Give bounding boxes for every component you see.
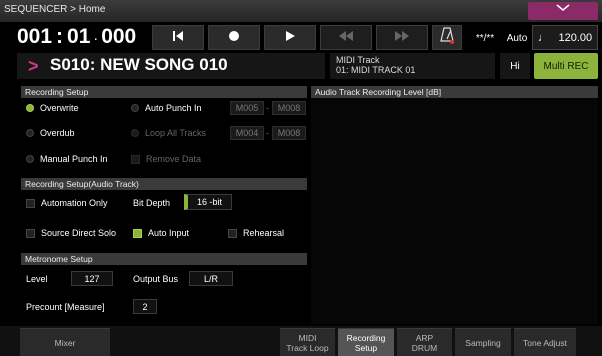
track-select[interactable]: MIDI Track 01: MIDI TRACK 01: [330, 53, 495, 79]
loop-all-radio[interactable]: Loop All Tracks: [131, 128, 206, 138]
auto-input-checkbox[interactable]: Auto Input: [133, 228, 189, 238]
tab-label: MIDI Track Loop: [286, 332, 329, 353]
source-direct-solo-checkbox[interactable]: Source Direct Solo: [26, 228, 116, 238]
locate-measure: 001: [17, 25, 53, 48]
loop-all-label: Loop All Tracks: [145, 128, 207, 138]
rehearsal-label: Rehearsal: [243, 228, 285, 238]
checkbox-icon: [26, 198, 35, 208]
tab-label: Tone Adjust: [523, 337, 567, 348]
breadcrumb: SEQUENCER > Home: [4, 4, 106, 15]
tab-label: ARP DRUM: [411, 332, 438, 353]
radio-icon: [131, 129, 139, 137]
metronome-button[interactable]: [432, 25, 462, 50]
radio-icon: [26, 155, 34, 163]
level-value[interactable]: 127: [71, 271, 113, 286]
tab-tone-adjust[interactable]: Tone Adjust: [514, 328, 576, 356]
checkbox-icon: [26, 228, 35, 238]
rewind-icon: [337, 29, 355, 47]
locate-tick: 000: [101, 25, 137, 48]
hi-indicator[interactable]: Hi: [500, 53, 530, 79]
chevron-down-icon: [554, 0, 572, 17]
checkbox-icon: [228, 228, 237, 238]
range-dash: -: [266, 103, 269, 113]
tab-mixer[interactable]: Mixer: [20, 328, 110, 356]
quarter-note-icon: ♩: [537, 31, 549, 44]
title-bar: SEQUENCER > Home: [0, 0, 602, 22]
reset-icon: [171, 29, 185, 47]
reset-button[interactable]: [152, 25, 204, 50]
play-icon: [283, 29, 297, 47]
tab-label: Mixer: [54, 337, 76, 348]
audio-level-header: Audio Track Recording Level [dB]: [311, 86, 598, 98]
locate-display[interactable]: 001 : 01 . 000: [17, 24, 149, 50]
auto-punch-radio[interactable]: Auto Punch In: [131, 103, 202, 113]
overwrite-radio[interactable]: Overwrite: [26, 103, 79, 113]
play-button[interactable]: [264, 25, 316, 50]
level-label: Level: [26, 274, 48, 284]
recording-setup-header: Recording Setup: [21, 86, 307, 98]
page-menu-button[interactable]: [528, 2, 598, 20]
multi-rec-button[interactable]: Multi REC: [534, 53, 598, 79]
remove-data-label: Remove Data: [146, 154, 202, 164]
overdub-radio[interactable]: Overdub: [26, 128, 75, 138]
loop-to[interactable]: M008: [272, 126, 306, 140]
precount-label: Precount [Measure]: [26, 302, 105, 312]
fast-forward-button[interactable]: [376, 25, 428, 50]
tab-recording-setup[interactable]: Recording Setup: [338, 328, 394, 356]
rewind-button[interactable]: [320, 25, 372, 50]
tab-arp-drum[interactable]: ARP DRUM: [397, 328, 452, 356]
remove-data-checkbox[interactable]: Remove Data: [131, 154, 201, 164]
output-bus-label: Output Bus: [133, 274, 179, 284]
metronome-setup-header: Metronome Setup: [21, 253, 307, 265]
output-bus-value[interactable]: L/R: [189, 271, 233, 286]
locate-beat: 01: [67, 25, 91, 48]
automation-only-checkbox[interactable]: Automation Only: [26, 198, 108, 208]
radio-icon: [131, 104, 139, 112]
auto-input-label: Auto Input: [148, 228, 190, 238]
metronome-icon: [439, 26, 455, 49]
tempo-mode[interactable]: Auto: [504, 26, 530, 50]
precount-value[interactable]: 2: [133, 299, 157, 314]
loop-from[interactable]: M004: [230, 126, 264, 140]
fast-forward-icon: [393, 29, 411, 47]
checkbox-checked-icon: [133, 228, 142, 238]
auto-punch-label: Auto Punch In: [145, 103, 202, 113]
tab-midi-track-loop[interactable]: MIDI Track Loop: [280, 328, 335, 356]
tab-sampling[interactable]: Sampling: [455, 328, 511, 356]
tab-label: Recording Setup: [346, 332, 386, 353]
song-arrow-icon[interactable]: >: [28, 56, 39, 77]
locate-separator: :: [56, 25, 64, 48]
automation-only-label: Automation Only: [41, 198, 108, 208]
locate-separator: .: [94, 31, 98, 43]
audio-level-panel: [311, 98, 598, 324]
range-dash: -: [266, 128, 269, 138]
checkbox-icon: [131, 154, 140, 164]
overwrite-label: Overwrite: [40, 103, 79, 113]
tempo-value: 120.00: [558, 31, 593, 44]
manual-punch-radio[interactable]: Manual Punch In: [26, 154, 108, 164]
recording-setup-audio-header: Recording Setup(Audio Track): [21, 178, 307, 190]
auto-punch-to[interactable]: M008: [272, 101, 306, 115]
source-direct-solo-label: Source Direct Solo: [41, 228, 117, 238]
time-signature[interactable]: **/**: [466, 26, 504, 50]
tab-label: Sampling: [465, 337, 501, 348]
tempo-field[interactable]: ♩ 120.00: [532, 25, 598, 50]
overdub-label: Overdub: [40, 128, 75, 138]
radio-selected-icon: [26, 104, 34, 112]
track-type: MIDI Track: [336, 55, 380, 65]
manual-punch-label: Manual Punch In: [40, 154, 108, 164]
bit-depth-value[interactable]: 16 -bit: [184, 194, 232, 210]
record-icon: [227, 29, 241, 47]
radio-icon: [26, 129, 34, 137]
rehearsal-checkbox[interactable]: Rehearsal: [228, 228, 284, 238]
bit-depth-label: Bit Depth: [133, 198, 171, 208]
record-button[interactable]: [208, 25, 260, 50]
track-name: 01: MIDI TRACK 01: [336, 65, 416, 75]
auto-punch-from[interactable]: M005: [230, 101, 264, 115]
song-name[interactable]: S010: NEW SONG 010: [50, 55, 228, 75]
